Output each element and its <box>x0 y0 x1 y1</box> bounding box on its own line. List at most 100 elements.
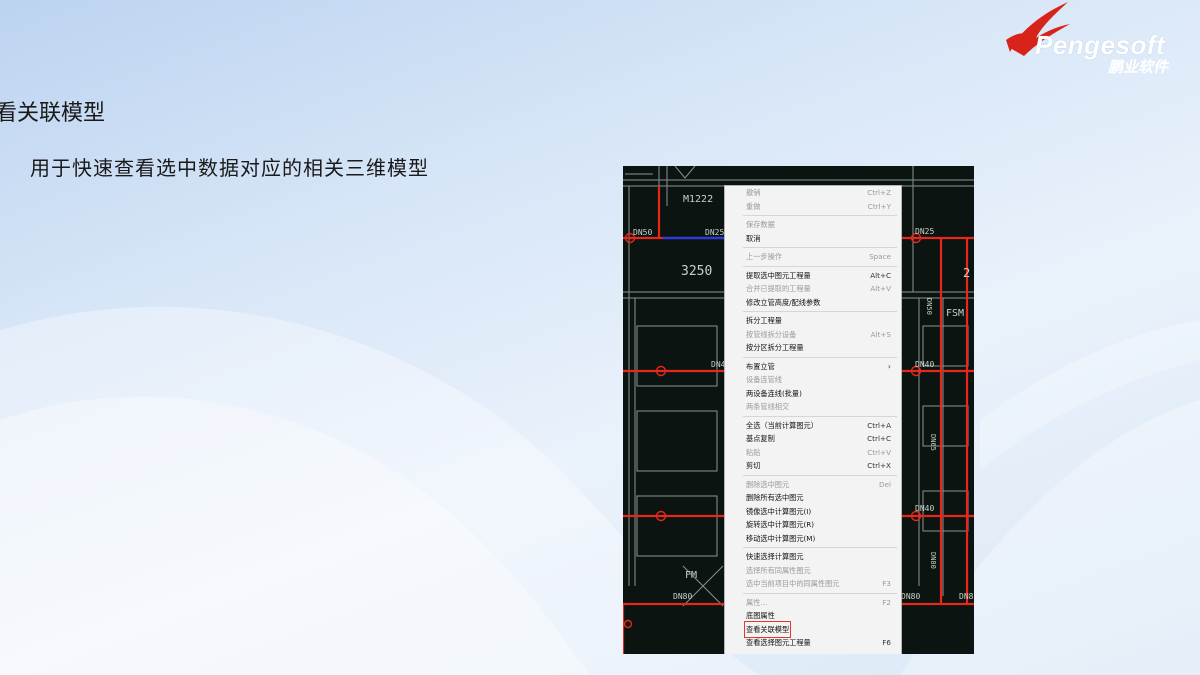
cad-label: DN50 <box>633 228 653 237</box>
cad-label: DN40 <box>915 504 935 513</box>
menu-separator <box>743 215 897 216</box>
menu-item[interactable]: 快速选择计算图元 <box>725 550 901 564</box>
cad-label: DN40 <box>915 360 935 369</box>
cad-label: FM <box>685 570 698 581</box>
menu-item-label: 按分区拆分工程量 <box>746 343 804 352</box>
menu-item-shortcut: F2 <box>882 597 891 607</box>
cad-label: DN80 <box>901 592 921 601</box>
menu-item-label: 合并已提取的工程量 <box>746 284 811 293</box>
menu-item[interactable]: 选择所有同属性图元 <box>725 564 901 578</box>
menu-item-label: 上一步操作 <box>746 252 782 261</box>
menu-item[interactable]: 设备连管线 <box>725 373 901 387</box>
menu-item[interactable]: 基点复制 Ctrl+C <box>725 432 901 446</box>
menu-item[interactable]: 移动选中计算图元(M) <box>725 532 901 546</box>
menu-item-label: 按管线拆分设备 <box>746 329 797 339</box>
cad-label: 2 <box>963 266 971 280</box>
menu-item-shortcut: Ctrl+A <box>867 420 891 430</box>
menu-item[interactable]: 上一步操作 Space <box>725 250 901 264</box>
menu-item[interactable]: 撤销 Ctrl+Z <box>725 186 901 200</box>
menu-item-shortcut: Alt+V <box>870 284 891 293</box>
menu-item-label: 设备连管线 <box>746 375 782 384</box>
menu-item-label: 重做 <box>746 201 761 211</box>
menu-item[interactable]: 删除所有选中图元 <box>725 491 901 505</box>
menu-item[interactable]: 属性... F2 <box>725 596 901 610</box>
menu-item[interactable]: 旋转选中计算图元(R) <box>725 518 901 532</box>
menu-item[interactable]: 镜像选中计算图元(I) <box>725 505 901 519</box>
menu-item-label: 提取选中图元工程量 <box>746 270 811 280</box>
menu-item-label: 撤销 <box>746 188 761 197</box>
slide-description: 用于快速查看选中数据对应的相关三维模型 <box>30 156 429 180</box>
cad-label: 3250 <box>681 264 713 279</box>
cad-label: DN65 <box>929 434 937 451</box>
menu-item-shortcut: Ctrl+Z <box>867 188 891 197</box>
menu-item[interactable]: 粘贴 Ctrl+V <box>725 446 901 460</box>
menu-item-view-related-model[interactable]: 查看关联模型 <box>725 620 901 638</box>
menu-item[interactable]: 重做 Ctrl+Y <box>725 200 901 214</box>
menu-item[interactable]: 布置立管 › <box>725 360 901 374</box>
menu-item-shortcut: Ctrl+C <box>867 434 891 443</box>
menu-separator <box>743 356 897 358</box>
menu-item-label: 移动选中计算图元(M) <box>746 533 816 543</box>
menu-item[interactable]: 两设备连线(批量) <box>725 387 901 401</box>
menu-item-label: 两设备连线(批量) <box>746 388 802 398</box>
menu-separator <box>743 547 897 548</box>
menu-item-shortcut: Ctrl+Y <box>867 201 891 211</box>
menu-item-label: 选择所有同属性图元 <box>746 565 811 575</box>
menu-item-shortcut: Ctrl+V <box>867 447 891 457</box>
menu-item[interactable]: 修改立管高度/配线参数 <box>725 296 901 310</box>
cad-screenshot: M1222 DN50 DN25 3250 DN25 2 FSM DN50 DN4… <box>623 166 974 654</box>
cad-label: FSM <box>946 308 965 319</box>
cad-label: M1222 <box>683 194 714 205</box>
menu-item[interactable]: 合并已提取的工程量 Alt+V <box>725 282 901 296</box>
menu-item[interactable]: 剪切 Ctrl+X <box>725 459 901 473</box>
menu-separator <box>743 247 897 248</box>
menu-item-label: 拆分工程量 <box>746 316 782 325</box>
menu-item[interactable]: 拆分工程量 <box>725 314 901 328</box>
menu-item-label: 布置立管 <box>746 361 775 371</box>
menu-item[interactable]: 提取选中图元工程量 Alt+C <box>725 269 901 283</box>
menu-item-label: 全选（当前计算图元） <box>746 420 818 430</box>
cad-label: DN25 <box>705 228 725 237</box>
context-menu: 撤销 Ctrl+Z 重做 Ctrl+Y 保存数据取消上一步操作 Space 提取选中图元工程… <box>724 185 902 654</box>
menu-item-label: 快速选择计算图元 <box>746 552 804 561</box>
menu-item-label: 剪切 <box>746 461 761 470</box>
menu-item-label: 查看选择图元工程量 <box>746 638 811 647</box>
menu-item[interactable]: 两条管线相交 <box>725 400 901 414</box>
menu-item-label: 属性... <box>746 597 768 607</box>
cad-label: DN80 <box>959 592 974 601</box>
menu-item[interactable]: 全选（当前计算图元） Ctrl+A <box>725 419 901 433</box>
menu-item[interactable]: 删除选中图元 Del <box>725 478 901 492</box>
submenu-arrow-icon: › <box>887 361 891 371</box>
menu-item-label: 保存数据 <box>746 220 775 229</box>
menu-item[interactable]: 底图属性 <box>725 609 901 623</box>
cad-label: DN25 <box>915 227 935 236</box>
brand-chinese-name: 鹏业软件 <box>1108 58 1169 76</box>
menu-item[interactable]: 取消 <box>725 232 901 246</box>
menu-item-shortcut: F6 <box>882 638 891 647</box>
menu-item-label: 删除所有选中图元 <box>746 493 804 502</box>
menu-item-label: 镜像选中计算图元(I) <box>746 506 812 516</box>
menu-item[interactable]: 保存数据 <box>725 218 901 232</box>
slide-title: 看关联模型 <box>0 101 106 126</box>
menu-item-shortcut: Space <box>869 252 891 261</box>
menu-separator <box>743 311 897 312</box>
menu-item-shortcut: Ctrl+X <box>867 461 891 470</box>
background-wave <box>0 306 1200 675</box>
menu-item-label: 粘贴 <box>746 447 761 457</box>
menu-separator <box>743 474 897 476</box>
menu-item[interactable]: 按分区拆分工程量 <box>725 341 901 355</box>
menu-item-label: 取消 <box>746 233 761 243</box>
menu-item-label: 两条管线相交 <box>746 402 790 411</box>
menu-item[interactable]: 查看选择图元工程量 F6 <box>725 636 901 650</box>
menu-item-label: 查看关联模型 <box>743 620 792 638</box>
menu-separator <box>743 265 897 267</box>
menu-item-label: 基点复制 <box>746 434 775 443</box>
menu-item[interactable]: 按管线拆分设备 Alt+S <box>725 328 901 342</box>
menu-item-label: 选中当前项目中的同属性图元 <box>746 579 840 588</box>
menu-item-shortcut: Del <box>879 479 891 489</box>
menu-item-label: 底图属性 <box>746 611 775 620</box>
menu-item[interactable]: 选中当前项目中的同属性图元 F3 <box>725 577 901 591</box>
cad-label: DN80 <box>929 552 937 569</box>
menu-item-label: 删除选中图元 <box>746 479 790 489</box>
menu-item-shortcut: F3 <box>882 579 891 588</box>
